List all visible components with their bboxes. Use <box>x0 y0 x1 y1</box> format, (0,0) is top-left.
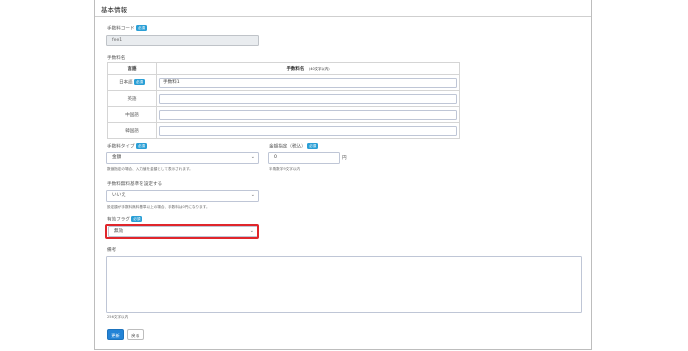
fee-type-select[interactable]: 金額 ⌄ <box>106 152 259 164</box>
amount-help: 半角数字9文字以内 <box>269 167 301 171</box>
fee-name-zh-input[interactable] <box>159 109 457 120</box>
amount-label: 金額指定（税込） 必須 <box>269 143 319 150</box>
fee-name-label: 手数料名 <box>107 56 126 61</box>
fee-type-help: 数値指定の場合、入力値を金額として表示されます。 <box>107 167 193 171</box>
language-cell: 英語 <box>107 90 157 107</box>
fee-name-table: 言語 手数料名 (40文字以内) 日本語 必須 手数料1 英語 中国語 韓国語 <box>107 62 460 139</box>
amount-input[interactable]: 0 <box>268 152 340 164</box>
note-label: 備考 <box>107 248 117 253</box>
panel-header: 基本情報 <box>95 0 591 17</box>
valid-flag-label: 有効フラグ 必須 <box>107 216 143 223</box>
required-badge: 必須 <box>131 216 143 223</box>
fee-name-ja-input[interactable]: 手数料1 <box>159 77 457 88</box>
save-button[interactable]: 更新 <box>107 329 124 340</box>
highlight-box <box>105 224 259 239</box>
amount-unit: 円 <box>342 156 347 161</box>
note-textarea[interactable] <box>106 256 582 313</box>
fee-name-en-input[interactable] <box>159 93 457 104</box>
panel-title: 基本情報 <box>101 6 127 14</box>
basic-info-panel: 基本情報 手数料コード 必須 fee1 手数料名 言語 手数料名 (40文字以内)… <box>94 0 592 350</box>
required-badge: 必須 <box>136 25 147 32</box>
fee-name-ko-input[interactable] <box>159 125 457 136</box>
language-cell: 日本語 必須 <box>107 74 157 91</box>
table-row: 中国語 <box>107 106 460 123</box>
back-button[interactable]: 戻る <box>127 329 144 340</box>
column-header-language: 言語 <box>107 62 157 75</box>
table-row: 英語 <box>107 90 460 107</box>
fee-type-label: 手数料タイプ 必須 <box>107 143 147 150</box>
required-badge: 必須 <box>136 143 147 150</box>
note-help: 256文字以内 <box>107 315 129 319</box>
fee-code-label: 手数料コード 必須 <box>107 25 147 32</box>
language-cell: 中国語 <box>107 106 157 123</box>
required-badge: 必須 <box>134 79 145 86</box>
language-cell: 韓国語 <box>107 122 157 139</box>
free-condition-label: 手数料無料基準を設定する <box>107 182 163 187</box>
table-row: 日本語 必須 手数料1 <box>107 74 460 91</box>
chevron-down-icon: ⌄ <box>250 154 255 160</box>
chevron-down-icon: ⌄ <box>250 192 255 198</box>
required-badge: 必須 <box>307 143 319 150</box>
column-header-fee-name: 手数料名 (40文字以内) <box>156 62 460 75</box>
free-condition-help: 設定額が手数料無料基準以上の場合、手数料は0円になります。 <box>107 205 210 209</box>
fee-code-field: fee1 <box>106 35 259 46</box>
free-condition-select[interactable]: いいえ ⌄ <box>106 190 259 202</box>
table-row: 韓国語 <box>107 122 460 139</box>
